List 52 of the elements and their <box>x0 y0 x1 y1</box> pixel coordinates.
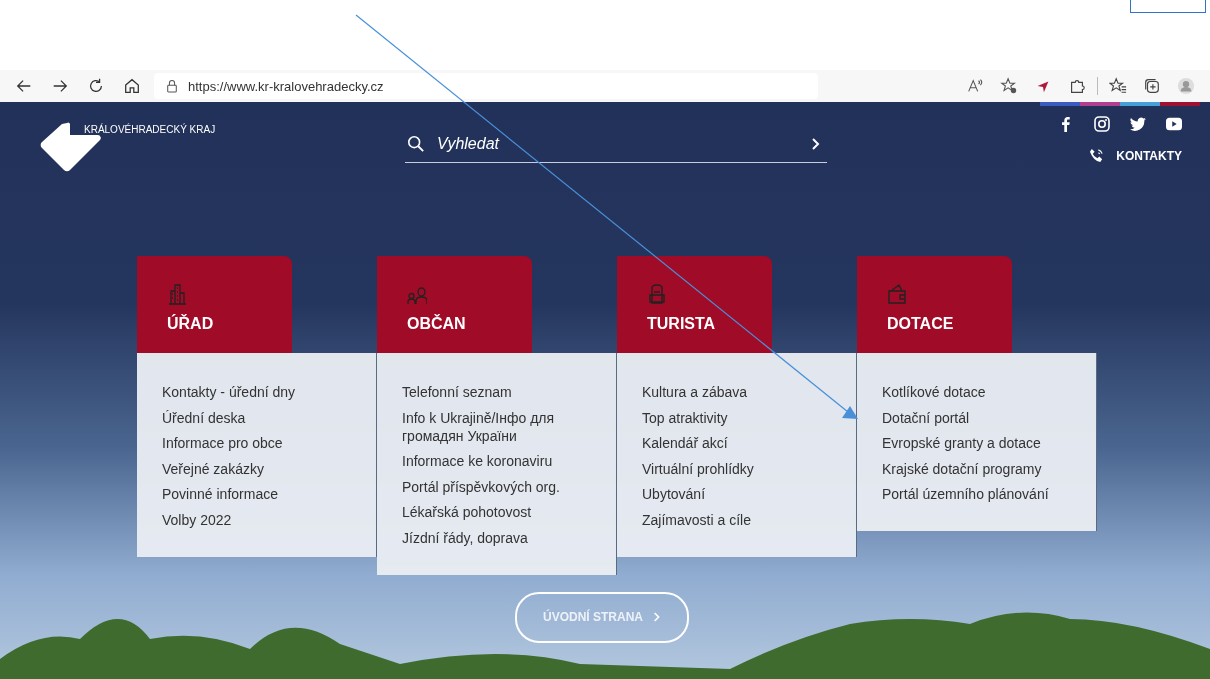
menu-link[interactable]: Kultura a zábava <box>642 383 846 401</box>
instagram-icon[interactable] <box>1094 116 1110 132</box>
category-tab[interactable]: DOTACE <box>857 256 1012 353</box>
favorites-icon[interactable] <box>1109 77 1127 95</box>
home-icon[interactable] <box>123 77 141 95</box>
phone-icon <box>1089 148 1105 163</box>
logo-text[interactable]: KRÁLOVÉHRADECKÝ KRAJ <box>84 124 216 135</box>
menu-link[interactable]: Krajské dotační programy <box>882 459 1086 478</box>
menu-link[interactable]: Virtuální prohlídky <box>642 459 846 478</box>
menu-link[interactable]: Veřejné zakázky <box>162 459 366 478</box>
menu-link[interactable]: Jízdní řády, doprava <box>402 528 606 547</box>
menu-link[interactable]: Dotační portál <box>882 408 1086 427</box>
menu-link[interactable]: Ubytování <box>642 485 846 503</box>
menu-link[interactable]: Top atraktivity <box>642 408 846 427</box>
url-text: https://www.kr-kralovehradecky.cz <box>188 78 384 94</box>
back-icon[interactable] <box>15 77 33 95</box>
menu-link[interactable]: Info k Ukrajině/Інфо для громадян України <box>402 408 606 445</box>
search-field[interactable]: Vyhledat <box>435 134 801 154</box>
chevron-right-icon[interactable] <box>811 137 821 151</box>
building-icon <box>167 283 187 305</box>
menu-link[interactable]: Úřední deska <box>162 408 366 427</box>
youtube-icon[interactable] <box>1166 116 1182 132</box>
lock-icon <box>166 79 178 93</box>
menu-link[interactable]: Evropské granty a dotace <box>882 434 1086 452</box>
backpack-icon <box>647 283 667 305</box>
category-tab[interactable]: OBČAN <box>377 256 532 353</box>
menu-link[interactable]: Telefonní seznam <box>402 383 606 401</box>
menu-link[interactable]: Portál územního plánování <box>882 485 1086 503</box>
contacts-link[interactable]: KONTAKTY <box>1089 148 1182 163</box>
refresh-icon[interactable] <box>87 77 105 95</box>
menu-link[interactable]: Informace ke koronaviru <box>402 452 606 470</box>
address-bar[interactable]: https://www.kr-kralovehradecky.cz <box>154 73 818 99</box>
category-tab[interactable]: TURISTA <box>617 256 772 353</box>
profile-avatar-icon[interactable] <box>1177 77 1195 95</box>
category-tab[interactable]: ÚŘAD <box>137 256 292 353</box>
menu-link[interactable]: Povinné informace <box>162 485 366 503</box>
menu-link[interactable]: Kontakty - úřední dny <box>162 383 366 401</box>
forward-icon[interactable] <box>51 77 69 95</box>
menu-link[interactable]: Zajímavosti a cíle <box>642 510 846 529</box>
menu-link[interactable]: Lékařská pohotovost <box>402 503 606 521</box>
puzzle-icon[interactable] <box>1068 77 1086 95</box>
menu-link[interactable]: Kalendář akcí <box>642 434 846 452</box>
collections-icon[interactable] <box>1143 77 1161 95</box>
menu-link[interactable]: Informace pro obce <box>162 434 366 452</box>
search-icon <box>407 135 425 153</box>
menu-link[interactable]: Portál příspěvkových org. <box>402 477 606 496</box>
wallet-icon <box>887 283 907 305</box>
chevron-right-icon <box>653 611 661 623</box>
menu-link[interactable]: Kotlíkové dotace <box>882 383 1086 401</box>
menu-link[interactable]: Volby 2022 <box>162 510 366 529</box>
add-favorite-icon[interactable] <box>1000 77 1018 95</box>
twitter-icon[interactable] <box>1130 116 1146 132</box>
